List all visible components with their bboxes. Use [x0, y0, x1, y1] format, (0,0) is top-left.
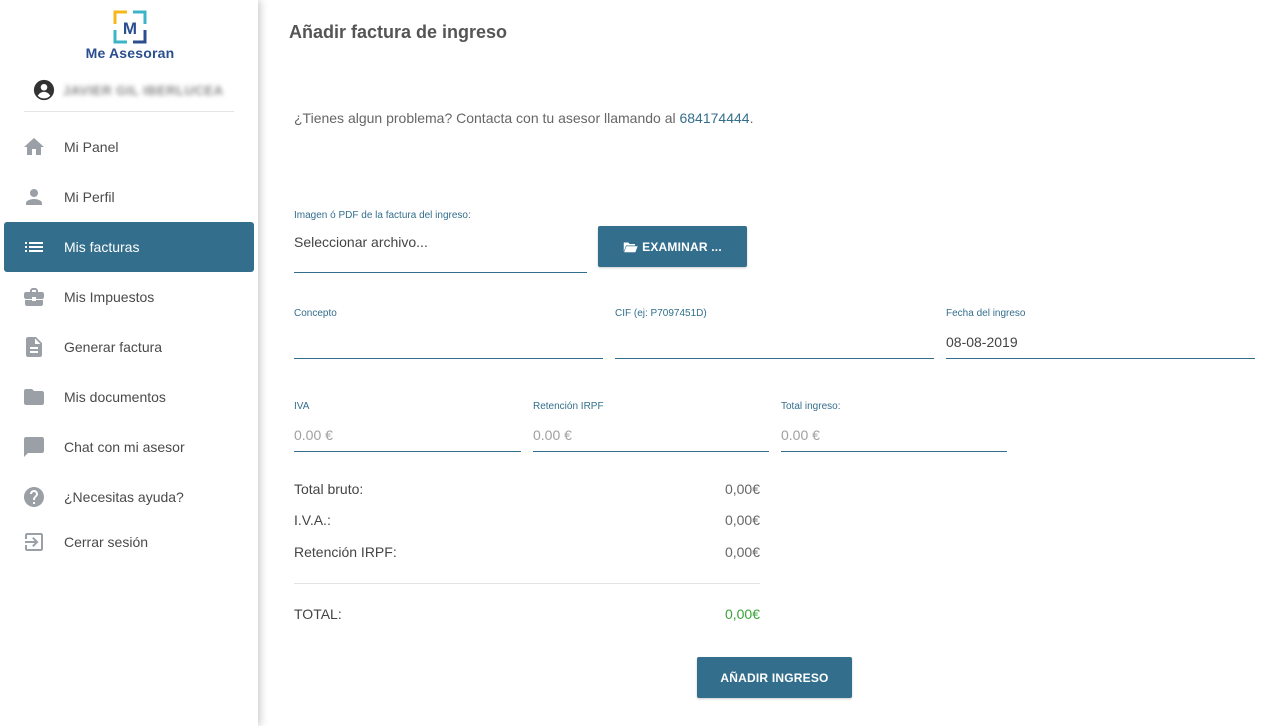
sidebar-item-generar-factura[interactable]: Generar factura — [4, 322, 254, 372]
sidebar-item-label: Mi Perfil — [64, 189, 115, 205]
folder-icon — [24, 389, 44, 405]
file-upload-field[interactable]: Imagen ó PDF de la factura del ingreso: … — [294, 210, 587, 273]
chat-icon — [24, 437, 44, 457]
fecha-label: Fecha del ingreso — [946, 308, 1026, 319]
total-ingreso-input[interactable]: 0.00 € — [781, 427, 820, 443]
sidebar-item-mis-documentos[interactable]: Mis documentos — [4, 372, 254, 422]
concepto-field[interactable]: Concepto — [294, 308, 603, 359]
sidebar-item-mis-facturas[interactable]: Mis facturas — [4, 222, 254, 272]
sidebar-item-mi-panel[interactable]: Mi Panel — [4, 122, 254, 172]
summary-value: 0,00€ — [724, 512, 760, 528]
sidebar-item-label: ¿Necesitas ayuda? — [64, 489, 184, 505]
document-icon — [26, 337, 42, 357]
add-income-button[interactable]: AÑADIR INGRESO — [697, 657, 852, 698]
sidebar-item-label: Generar factura — [64, 339, 163, 355]
user-profile[interactable]: JAVIER GIL IBERLUCEA — [33, 78, 223, 102]
file-upload-label: Imagen ó PDF de la factura del ingreso: — [294, 210, 471, 221]
sidebar-item-label: Mis Impuestos — [64, 289, 155, 305]
person-icon — [26, 189, 42, 205]
contact-text: ¿Tienes algun problema? Contacta con tu … — [294, 110, 680, 126]
logout-icon — [25, 533, 43, 551]
sidebar-item-label: Mis facturas — [64, 239, 140, 255]
retencion-field[interactable]: Retención IRPF 0.00 € — [533, 401, 769, 452]
concepto-underline — [294, 358, 603, 359]
help-icon — [24, 487, 44, 507]
concepto-label: Concepto — [294, 308, 337, 319]
summary-total: TOTAL: 0,00€ — [294, 606, 760, 622]
briefcase-icon — [24, 288, 44, 306]
sidebar-item-label: Chat con mi asesor — [64, 439, 185, 455]
sidebar-item-mis-impuestos[interactable]: Mis Impuestos — [4, 272, 254, 322]
folder-open-icon — [623, 242, 638, 252]
file-upload-input[interactable]: Seleccionar archivo... — [294, 234, 428, 250]
contact-phone-link[interactable]: 684174444 — [679, 110, 749, 126]
file-upload-underline — [294, 272, 587, 273]
main-content: Añadir factura de ingreso ¿Tienes algun … — [258, 0, 1279, 726]
summary-value: 0,00€ — [724, 544, 760, 560]
summary-retencion: Retención IRPF: 0,00€ — [294, 544, 760, 560]
cif-field[interactable]: CIF (ej: P7097451D) — [615, 308, 934, 359]
cif-underline — [615, 358, 934, 359]
user-name: JAVIER GIL IBERLUCEA — [63, 82, 224, 98]
sidebar-divider — [24, 111, 234, 112]
sidebar-item-cerrar-sesion[interactable]: Cerrar sesión — [4, 522, 254, 562]
sidebar-item-chat[interactable]: Chat con mi asesor — [4, 422, 254, 472]
sidebar-nav: Mi Panel Mi Perfil Mis facturas Mis Impu… — [4, 122, 254, 562]
brand-name: Me Asesoran — [85, 45, 175, 61]
iva-label: IVA — [294, 401, 310, 412]
logo-letter: M — [123, 19, 137, 38]
summary-iva: I.V.A.: 0,00€ — [294, 512, 760, 528]
browse-button[interactable]: EXAMINAR ... — [598, 226, 747, 267]
logo-mark-icon: M — [113, 10, 147, 44]
summary-label: TOTAL: — [294, 606, 342, 622]
total-ingreso-underline — [781, 451, 1007, 452]
browse-button-label: EXAMINAR ... — [642, 239, 722, 254]
brand-logo[interactable]: M Me Asesoran — [84, 10, 176, 66]
sidebar-item-ayuda[interactable]: ¿Necesitas ayuda? — [4, 472, 254, 522]
cif-label: CIF (ej: P7097451D) — [615, 308, 707, 319]
add-income-button-label: AÑADIR INGRESO — [720, 670, 829, 685]
summary-label: I.V.A.: — [294, 512, 331, 528]
fecha-field[interactable]: Fecha del ingreso 08-08-2019 — [946, 308, 1255, 359]
fecha-underline — [946, 358, 1255, 359]
sidebar-item-label: Cerrar sesión — [64, 534, 149, 550]
contact-suffix: . — [749, 110, 754, 126]
home-icon — [24, 138, 44, 155]
iva-field[interactable]: IVA 0.00 € — [294, 401, 521, 452]
list-icon — [25, 242, 43, 252]
total-ingreso-label: Total ingreso: — [781, 401, 841, 412]
retencion-underline — [533, 451, 769, 452]
contact-message: ¿Tienes algun problema? Contacta con tu … — [294, 110, 753, 126]
fecha-input[interactable]: 08-08-2019 — [946, 334, 1018, 350]
sidebar-item-label: Mi Panel — [64, 139, 119, 155]
summary-total-bruto: Total bruto: 0,00€ — [294, 481, 760, 497]
sidebar-item-mi-perfil[interactable]: Mi Perfil — [4, 172, 254, 222]
sidebar-item-label: Mis documentos — [64, 389, 166, 405]
summary-value: 0,00€ — [724, 481, 760, 497]
summary-total-value: 0,00€ — [724, 606, 760, 622]
summary-divider — [294, 583, 760, 584]
summary-label: Retención IRPF: — [294, 544, 397, 560]
iva-underline — [294, 451, 521, 452]
page-title: Añadir factura de ingreso — [289, 22, 508, 42]
retencion-input[interactable]: 0.00 € — [533, 427, 572, 443]
sidebar: M Me Asesoran JAVIER GIL IBERLUCEA Mi Pa… — [0, 0, 258, 726]
account-circle-icon — [33, 79, 55, 101]
iva-input[interactable]: 0.00 € — [294, 427, 333, 443]
summary-label: Total bruto: — [294, 481, 364, 497]
app: M Me Asesoran JAVIER GIL IBERLUCEA Mi Pa… — [0, 0, 1279, 726]
retencion-label: Retención IRPF — [533, 401, 604, 412]
total-ingreso-field[interactable]: Total ingreso: 0.00 € — [781, 401, 1007, 452]
